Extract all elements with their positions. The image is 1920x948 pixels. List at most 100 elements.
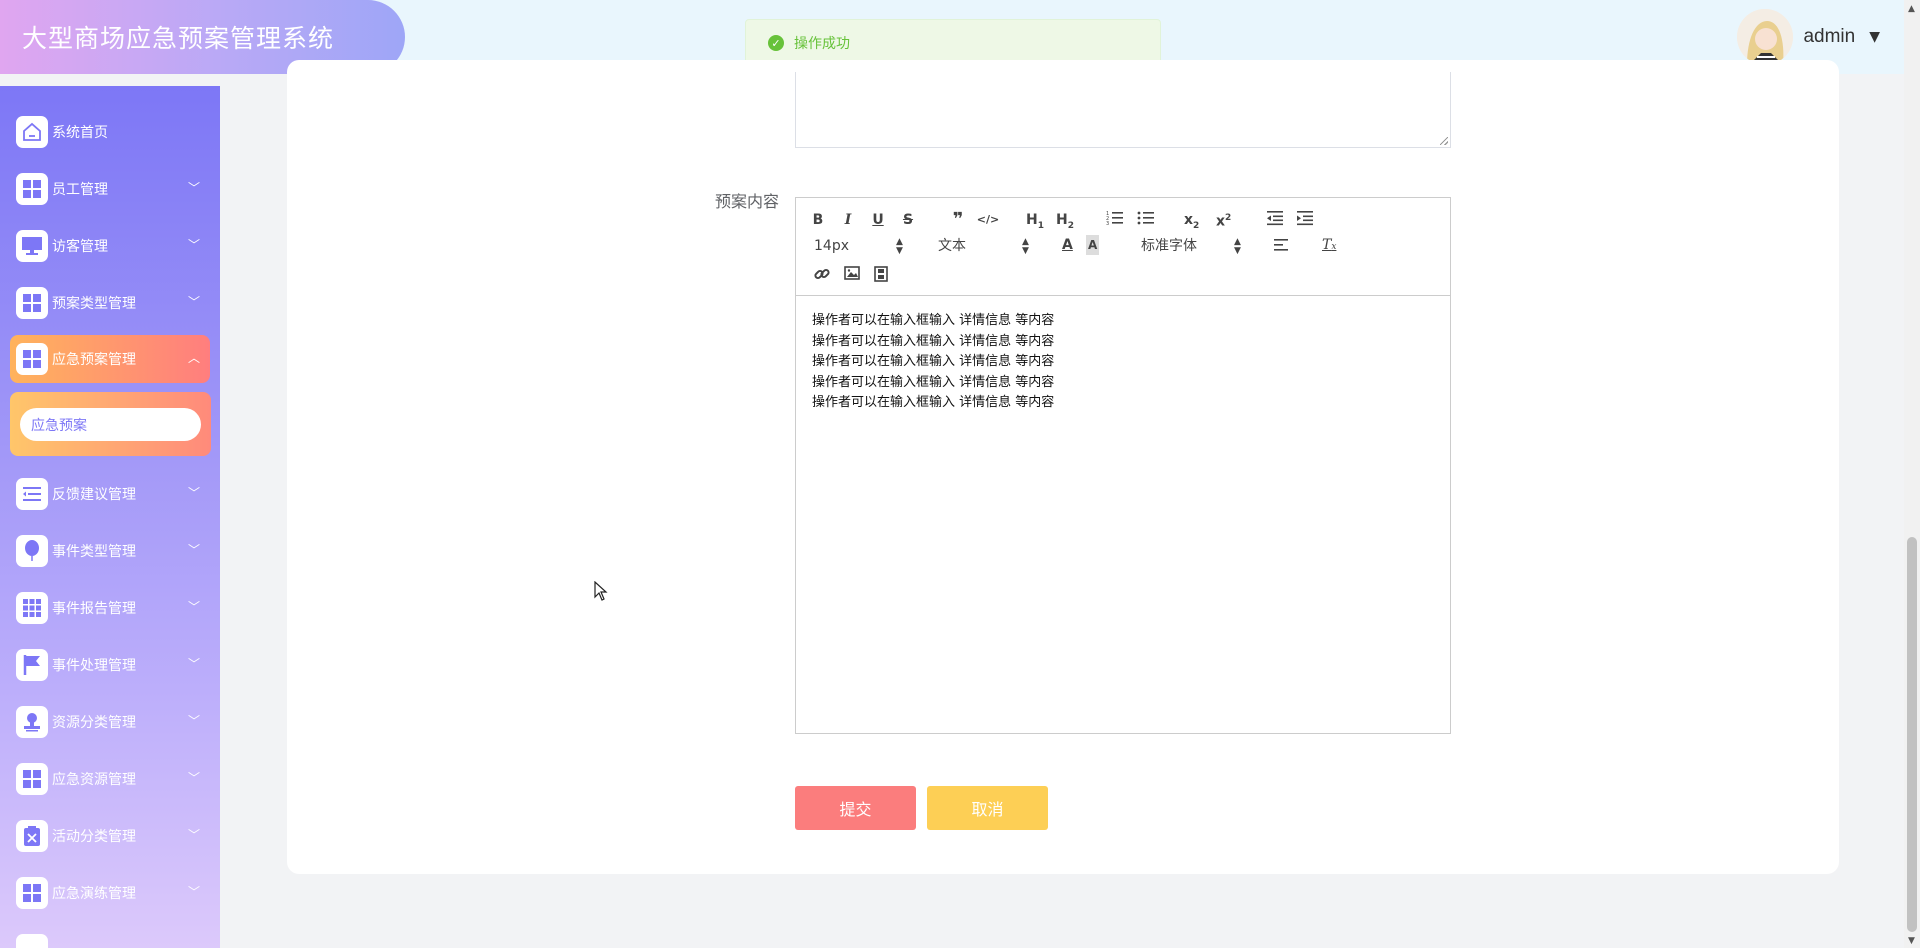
editor-content[interactable]: 操作者可以在输入框输入 详情信息 等内容 操作者可以在输入框输入 详情信息 等内… bbox=[812, 311, 1054, 414]
description-textarea[interactable] bbox=[795, 72, 1451, 148]
background-color-icon[interactable]: A bbox=[1086, 235, 1100, 255]
sidebar-item-event-handling[interactable]: 事件处理管理 ﹀ bbox=[10, 641, 210, 689]
chevron-down-icon: ﹀ bbox=[187, 238, 200, 252]
chevron-down-icon: ﹀ bbox=[187, 828, 200, 842]
subscript-icon[interactable]: x2 bbox=[1184, 210, 1199, 236]
select-arrows-icon: ▲ ▼ bbox=[896, 237, 903, 256]
select-arrows-icon: ▲ ▼ bbox=[1234, 237, 1241, 256]
resize-handle-icon[interactable] bbox=[1440, 137, 1448, 145]
sidebar-item-label: 应急演练管理 bbox=[52, 886, 136, 902]
sidebar-item-home[interactable]: 系统首页 bbox=[10, 108, 210, 156]
sidebar-item-emergency-resources[interactable]: 应急资源管理 ﹀ bbox=[10, 755, 210, 803]
font-size-select[interactable]: 14px bbox=[814, 236, 849, 256]
sidebar-item-label: 访客管理 bbox=[52, 239, 108, 255]
chevron-down-icon: ﹀ bbox=[187, 486, 200, 500]
sidebar-item-activity-categories[interactable]: 活动分类管理 ﹀ bbox=[10, 812, 210, 860]
grid-icon bbox=[16, 173, 48, 205]
strikethrough-icon[interactable]: S bbox=[896, 210, 920, 230]
monitor-icon bbox=[16, 230, 48, 262]
sidebar-item-emergency-plans[interactable]: 应急预案管理 ︿ bbox=[10, 335, 210, 383]
submit-button[interactable]: 提交 bbox=[795, 786, 916, 830]
grid-icon bbox=[16, 877, 48, 909]
code-block-icon[interactable]: </> bbox=[976, 210, 1000, 230]
sidebar-item-label: 应急预案管理 bbox=[52, 352, 136, 368]
flag-icon bbox=[16, 649, 48, 681]
check-circle-icon: ✓ bbox=[768, 35, 784, 51]
chevron-up-icon: ︿ bbox=[187, 351, 200, 365]
sidebar-item-resource-categories[interactable]: 资源分类管理 ﹀ bbox=[10, 698, 210, 746]
italic-icon[interactable]: I bbox=[836, 210, 860, 230]
align-left-icon[interactable] bbox=[1274, 238, 1290, 258]
sidebar-item-label: 事件处理管理 bbox=[52, 658, 136, 674]
link-icon[interactable] bbox=[814, 266, 830, 288]
content-line: 操作者可以在输入框输入 详情信息 等内容 bbox=[812, 354, 1055, 369]
superscript-icon[interactable]: x2 bbox=[1216, 208, 1231, 232]
stamp-icon bbox=[16, 706, 48, 738]
chevron-down-icon: ﹀ bbox=[187, 295, 200, 309]
toast-message: 操作成功 bbox=[794, 36, 850, 52]
sidebar-item-event-reports[interactable]: 事件报告管理 ﹀ bbox=[10, 584, 210, 632]
editor-toolbar: B I U S ❞ </> H1 H2 123 x2 x2 14px ▲ ▼ 文本… bbox=[796, 198, 1450, 296]
sidebar: 系统首页 员工管理 ﹀ 访客管理 ﹀ 预案类型管理 ﹀ 应急预案管理 ︿ 应急预… bbox=[0, 86, 220, 948]
heading2-icon[interactable]: H2 bbox=[1056, 210, 1074, 236]
rich-text-editor[interactable]: B I U S ❞ </> H1 H2 123 x2 x2 14px ▲ ▼ 文本… bbox=[795, 197, 1451, 734]
cancel-button[interactable]: 取消 bbox=[927, 786, 1048, 830]
chevron-down-icon: ﹀ bbox=[187, 771, 200, 785]
underline-icon[interactable]: U bbox=[866, 210, 890, 230]
chevron-down-icon: ﹀ bbox=[187, 885, 200, 899]
sidebar-item-feedback[interactable]: 反馈建议管理 ﹀ bbox=[10, 470, 210, 518]
sidebar-item-emergency-drills[interactable]: 应急演练管理 ﹀ bbox=[10, 869, 210, 917]
sidebar-item-label: 资源分类管理 bbox=[52, 715, 136, 731]
indent-icon[interactable] bbox=[1296, 210, 1314, 232]
grid-icon bbox=[16, 287, 48, 319]
user-menu[interactable]: admin ▼ bbox=[1737, 8, 1880, 66]
sidebar-item-staff[interactable]: 员工管理 ﹀ bbox=[10, 165, 210, 213]
content-line: 操作者可以在输入框输入 详情信息 等内容 bbox=[812, 333, 1055, 349]
avatar[interactable] bbox=[1737, 9, 1794, 65]
sidebar-item-label: 员工管理 bbox=[52, 182, 108, 198]
mouse-cursor-icon bbox=[594, 580, 608, 605]
clear-format-icon[interactable]: Tx bbox=[1322, 235, 1336, 257]
balloon-icon bbox=[16, 535, 48, 567]
sidebar-item-label: 系统首页 bbox=[52, 125, 108, 141]
bold-icon[interactable]: B bbox=[806, 210, 830, 230]
font-color-icon[interactable]: A bbox=[1062, 235, 1073, 255]
chevron-down-icon: ﹀ bbox=[187, 181, 200, 195]
app-title: 大型商场应急预案管理系统 bbox=[22, 24, 335, 53]
apps-icon bbox=[16, 592, 48, 624]
scroll-down-icon[interactable]: ▼ bbox=[1908, 936, 1915, 946]
grid-icon bbox=[16, 934, 48, 948]
sidebar-item-label: 反馈建议管理 bbox=[52, 487, 136, 503]
sidebar-item-visitors[interactable]: 访客管理 ﹀ bbox=[10, 222, 210, 270]
font-family-select[interactable]: 标准字体 bbox=[1141, 236, 1197, 256]
grid-icon bbox=[16, 343, 48, 375]
heading1-icon[interactable]: H1 bbox=[1026, 210, 1044, 236]
list-icon bbox=[16, 478, 48, 510]
select-arrows-icon: ▲ ▼ bbox=[1022, 237, 1029, 256]
page-scrollbar[interactable]: ▲ ▼ bbox=[1904, 0, 1920, 948]
submenu-item-emergency-plan[interactable]: 应急预案 bbox=[20, 408, 201, 441]
sidebar-item-label: 预案类型管理 bbox=[52, 296, 136, 312]
sidebar-item-plan-types[interactable]: 预案类型管理 ﹀ bbox=[10, 279, 210, 327]
outdent-icon[interactable] bbox=[1266, 210, 1284, 232]
home-icon bbox=[16, 116, 48, 148]
submenu: 应急预案 bbox=[10, 392, 211, 456]
svg-text:3: 3 bbox=[1106, 221, 1109, 226]
scroll-thumb[interactable] bbox=[1907, 537, 1917, 932]
video-icon[interactable] bbox=[874, 266, 888, 288]
caret-down-icon[interactable]: ▼ bbox=[1869, 29, 1880, 45]
sidebar-item-label: 应急资源管理 bbox=[52, 772, 136, 788]
ordered-list-icon[interactable]: 123 bbox=[1106, 210, 1124, 232]
chevron-down-icon: ﹀ bbox=[187, 657, 200, 671]
sidebar-item-partial[interactable] bbox=[10, 926, 210, 948]
scroll-up-icon[interactable]: ▲ bbox=[1908, 4, 1915, 14]
grid-icon bbox=[16, 763, 48, 795]
image-icon[interactable] bbox=[844, 266, 860, 286]
sidebar-item-event-types[interactable]: 事件类型管理 ﹀ bbox=[10, 527, 210, 575]
paragraph-select[interactable]: 文本 bbox=[938, 236, 966, 256]
bullet-list-icon[interactable] bbox=[1137, 210, 1155, 232]
chevron-down-icon: ﹀ bbox=[187, 600, 200, 614]
username[interactable]: admin bbox=[1803, 26, 1855, 48]
blockquote-icon[interactable]: ❞ bbox=[946, 210, 970, 230]
content-line: 操作者可以在输入框输入 详情信息 等内容 bbox=[812, 395, 1055, 410]
